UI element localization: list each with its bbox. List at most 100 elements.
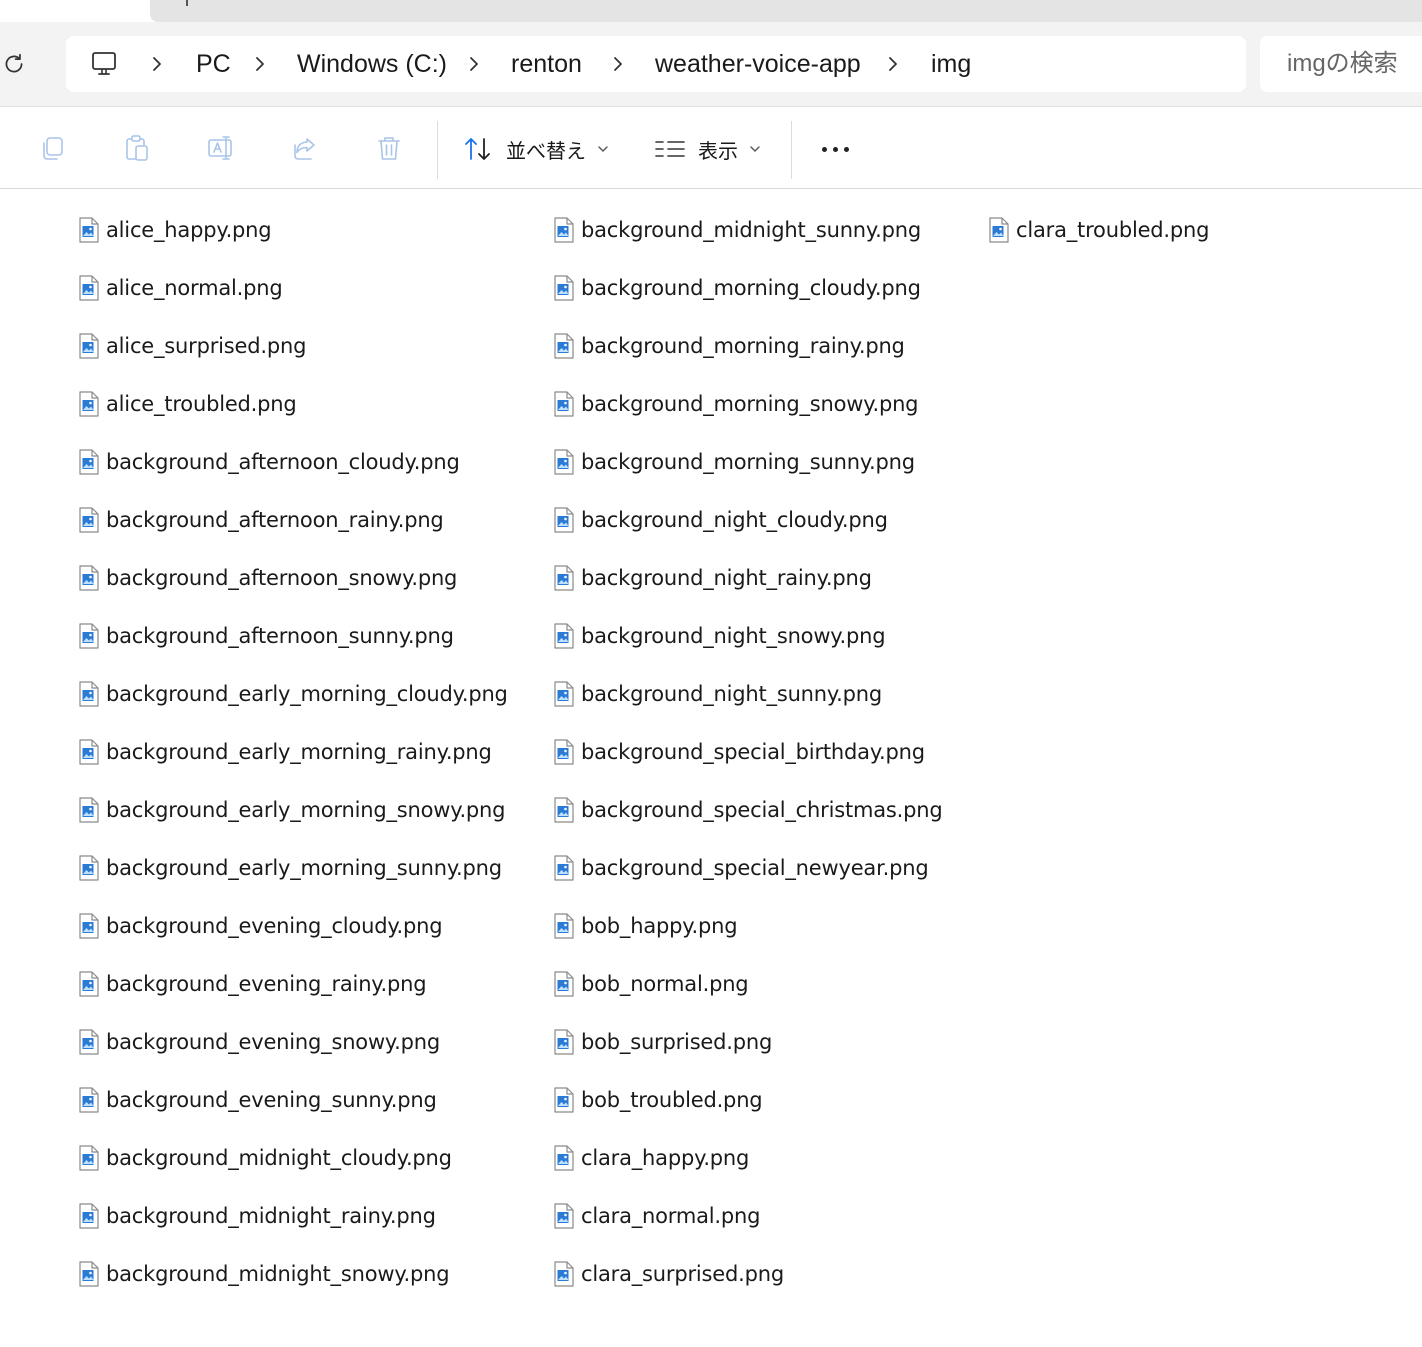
more-options-button[interactable] <box>812 131 858 167</box>
breadcrumb-item-pc[interactable]: PC <box>196 36 231 92</box>
breadcrumb[interactable]: PC Windows (C:) renton weather-voice-app… <box>66 36 1246 92</box>
png-file-icon <box>79 333 99 359</box>
breadcrumb-item-img[interactable]: img <box>931 36 971 92</box>
file-name: alice_surprised.png <box>106 334 307 358</box>
file-name: background_afternoon_rainy.png <box>106 508 444 532</box>
png-file-icon <box>79 1261 99 1287</box>
breadcrumb-item-drive[interactable]: Windows (C:) <box>297 36 447 92</box>
file-item[interactable]: clara_normal.png <box>553 1196 760 1236</box>
chevron-right-icon[interactable] <box>611 54 625 74</box>
view-button[interactable]: 表示 <box>654 127 762 171</box>
file-item[interactable]: background_evening_cloudy.png <box>78 906 443 946</box>
new-tab-icon[interactable] <box>186 0 188 6</box>
file-item[interactable]: background_night_sunny.png <box>553 674 882 714</box>
search-input[interactable]: imgの検索 <box>1260 36 1422 92</box>
file-item[interactable]: background_morning_snowy.png <box>553 384 919 424</box>
file-item[interactable]: background_evening_sunny.png <box>78 1080 437 1120</box>
file-item[interactable]: background_morning_sunny.png <box>553 442 915 482</box>
chevron-right-icon[interactable] <box>150 54 164 74</box>
png-file-icon <box>554 797 574 823</box>
view-list-icon <box>655 141 685 157</box>
chevron-right-icon[interactable] <box>253 54 267 74</box>
file-item[interactable]: background_early_morning_rainy.png <box>78 732 492 772</box>
file-name: background_night_cloudy.png <box>581 508 888 532</box>
png-file-icon <box>79 1203 99 1229</box>
png-file-icon <box>554 391 574 417</box>
file-name: clara_troubled.png <box>1016 218 1210 242</box>
file-name: background_evening_snowy.png <box>106 1030 441 1054</box>
file-item[interactable]: background_morning_cloudy.png <box>553 268 921 308</box>
file-item[interactable]: bob_surprised.png <box>553 1022 772 1062</box>
png-file-icon <box>79 449 99 475</box>
file-item[interactable]: clara_happy.png <box>553 1138 749 1178</box>
file-item[interactable]: background_afternoon_rainy.png <box>78 500 444 540</box>
file-name: background_morning_sunny.png <box>581 450 915 474</box>
file-item[interactable]: background_evening_rainy.png <box>78 964 427 1004</box>
png-file-icon <box>79 855 99 881</box>
refresh-icon <box>5 53 23 73</box>
file-name: background_night_rainy.png <box>581 566 872 590</box>
file-item[interactable]: background_afternoon_sunny.png <box>78 616 454 656</box>
file-item[interactable]: alice_surprised.png <box>78 326 306 366</box>
file-name: background_morning_cloudy.png <box>581 276 921 300</box>
tab-close-icon[interactable]: ⌃ <box>104 0 120 6</box>
file-name: background_afternoon_sunny.png <box>106 624 454 648</box>
paste-icon[interactable] <box>122 133 152 163</box>
breadcrumb-item-renton[interactable]: renton <box>511 36 582 92</box>
png-file-icon <box>79 217 99 243</box>
file-item[interactable]: alice_troubled.png <box>78 384 297 424</box>
file-name: background_early_morning_rainy.png <box>106 740 492 764</box>
file-item[interactable]: clara_surprised.png <box>553 1254 784 1294</box>
file-name: background_night_snowy.png <box>581 624 886 648</box>
copy-icon[interactable] <box>38 133 68 163</box>
file-name: background_afternoon_cloudy.png <box>106 450 460 474</box>
file-item[interactable]: clara_troubled.png <box>988 210 1209 250</box>
file-item[interactable]: background_morning_rainy.png <box>553 326 905 366</box>
file-item[interactable]: background_special_christmas.png <box>553 790 943 830</box>
file-name: alice_troubled.png <box>106 392 297 416</box>
share-icon[interactable] <box>290 133 320 163</box>
png-file-icon <box>554 971 574 997</box>
png-file-icon <box>554 1203 574 1229</box>
sort-button[interactable]: 並べ替え <box>462 127 610 171</box>
file-item[interactable]: background_afternoon_snowy.png <box>78 558 457 598</box>
address-bar-row: PC Windows (C:) renton weather-voice-app… <box>0 22 1422 107</box>
file-item[interactable]: background_special_newyear.png <box>553 848 929 888</box>
file-item[interactable]: background_night_rainy.png <box>553 558 872 598</box>
file-item[interactable]: bob_happy.png <box>553 906 738 946</box>
file-item[interactable]: background_afternoon_cloudy.png <box>78 442 460 482</box>
file-name: background_afternoon_snowy.png <box>106 566 458 590</box>
delete-icon[interactable] <box>374 133 404 163</box>
file-name: clara_surprised.png <box>581 1262 784 1286</box>
file-item[interactable]: bob_normal.png <box>553 964 749 1004</box>
file-name: clara_normal.png <box>581 1204 761 1228</box>
file-item[interactable]: background_midnight_cloudy.png <box>78 1138 452 1178</box>
file-item[interactable]: background_night_snowy.png <box>553 616 886 656</box>
command-bar: 並べ替え 表示 <box>0 107 1422 189</box>
file-item[interactable]: alice_happy.png <box>78 210 272 250</box>
chevron-down-icon <box>598 146 608 152</box>
file-item[interactable]: background_evening_snowy.png <box>78 1022 440 1062</box>
file-item[interactable]: alice_normal.png <box>78 268 283 308</box>
png-file-icon <box>79 913 99 939</box>
file-item[interactable]: background_midnight_rainy.png <box>78 1196 436 1236</box>
file-item[interactable]: background_early_morning_sunny.png <box>78 848 502 888</box>
breadcrumb-item-weather-voice-app[interactable]: weather-voice-app <box>655 36 861 92</box>
file-name: background_early_morning_sunny.png <box>106 856 502 880</box>
file-item[interactable]: background_early_morning_cloudy.png <box>78 674 508 714</box>
chevron-right-icon[interactable] <box>886 54 900 74</box>
refresh-button[interactable] <box>0 50 28 78</box>
file-item[interactable]: background_special_birthday.png <box>553 732 925 772</box>
this-pc-icon[interactable] <box>90 50 118 78</box>
file-item[interactable]: background_night_cloudy.png <box>553 500 888 540</box>
rename-icon[interactable] <box>206 133 236 163</box>
png-file-icon <box>554 507 574 533</box>
chevron-right-icon[interactable] <box>467 54 481 74</box>
file-item[interactable]: bob_troubled.png <box>553 1080 763 1120</box>
file-item[interactable]: background_midnight_sunny.png <box>553 210 921 250</box>
file-item[interactable]: background_midnight_snowy.png <box>78 1254 450 1294</box>
file-item[interactable]: background_early_morning_snowy.png <box>78 790 505 830</box>
file-name: background_midnight_sunny.png <box>581 218 921 242</box>
file-name: background_morning_snowy.png <box>581 392 919 416</box>
file-name: background_midnight_cloudy.png <box>106 1146 452 1170</box>
